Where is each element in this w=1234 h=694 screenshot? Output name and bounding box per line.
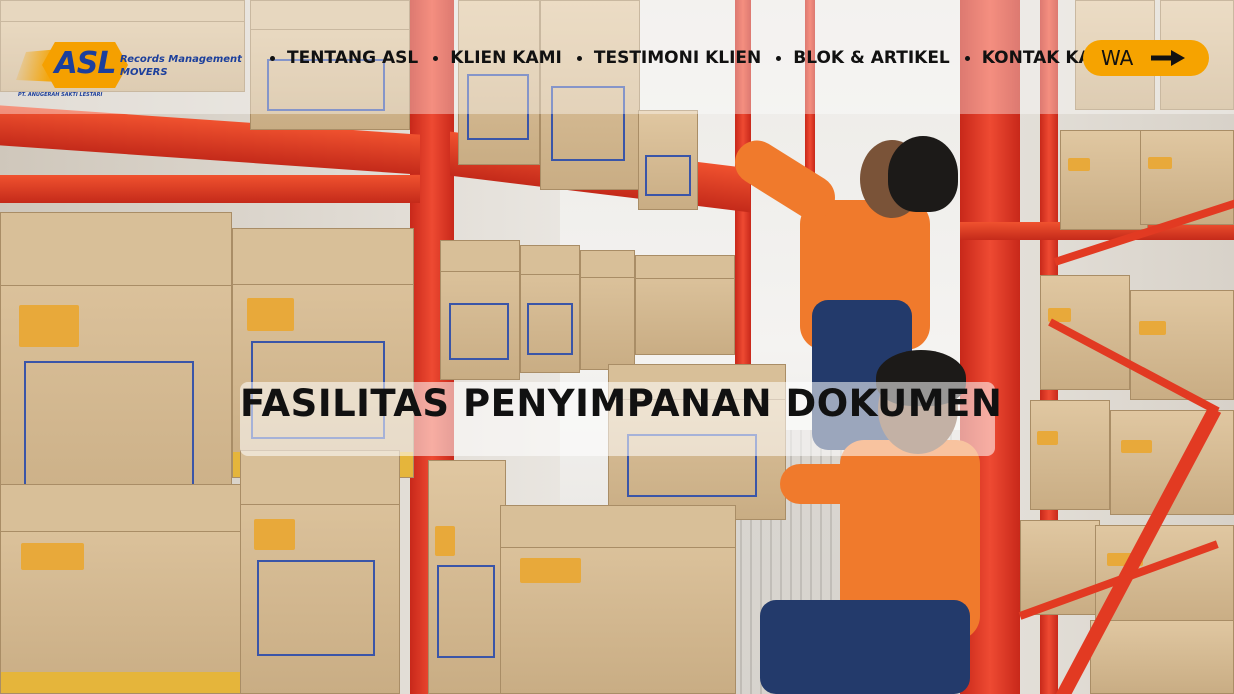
bullet-icon xyxy=(776,55,782,61)
nav-item-label: KLIEN KAMI xyxy=(450,48,562,68)
brand-logo[interactable]: ASL Records Management MOVERS PT. ANUGER… xyxy=(16,40,256,100)
archive-box xyxy=(440,240,520,380)
nav-item-testimoni-klien[interactable]: TESTIMONI KLIEN xyxy=(576,48,762,68)
nav-item-label: BLOK & ARTIKEL xyxy=(793,48,950,68)
nav-item-tentang-asl[interactable]: TENTANG ASL xyxy=(270,48,418,68)
archive-box xyxy=(638,110,698,210)
archive-box xyxy=(1060,130,1148,230)
archive-box xyxy=(1030,400,1110,510)
archive-box xyxy=(428,460,506,694)
worker-standing-hair xyxy=(888,136,958,212)
archive-box xyxy=(520,245,580,373)
nav-item-blok-artikel[interactable]: BLOK & ARTIKEL xyxy=(776,48,950,68)
worker-kneeling-pants xyxy=(760,600,970,694)
logo-company-name: PT. ANUGERAH SAKTI LESTARI xyxy=(18,92,103,98)
nav-item-label: TESTIMONI KLIEN xyxy=(593,48,762,68)
whatsapp-button[interactable]: WA xyxy=(1083,40,1209,76)
logo-text: ASL xyxy=(54,46,117,81)
logo-tagline-movers: MOVERS xyxy=(120,67,168,78)
archive-box xyxy=(635,255,735,355)
archive-box xyxy=(1040,275,1130,390)
whatsapp-button-label: WA xyxy=(1101,46,1134,70)
archive-box xyxy=(240,450,400,694)
archive-box xyxy=(580,250,635,370)
bullet-icon xyxy=(433,55,439,61)
hero-headline: FASILITAS PENYIMPANAN DOKUMEN xyxy=(240,382,1003,425)
nav-item-label: TENTANG ASL xyxy=(287,48,419,68)
hero-headline-panel: FASILITAS PENYIMPANAN DOKUMEN xyxy=(240,382,1003,456)
top-navbar: ASL Records Management MOVERS PT. ANUGER… xyxy=(0,0,1234,114)
logo-tagline: Records Management xyxy=(120,54,242,65)
archive-box xyxy=(1090,620,1234,694)
rack-beam xyxy=(0,175,420,203)
archive-box xyxy=(500,505,736,694)
main-nav: TENTANG ASL KLIEN KAMI TESTIMONI KLIEN B… xyxy=(270,48,1130,68)
arrow-right-icon xyxy=(1151,50,1185,66)
archive-box xyxy=(0,484,246,694)
bullet-icon xyxy=(270,55,275,61)
nav-item-klien-kami[interactable]: KLIEN KAMI xyxy=(433,48,562,68)
worker-kneeling-arm xyxy=(780,464,890,504)
archive-box xyxy=(1130,290,1234,400)
bullet-icon xyxy=(964,55,970,61)
bullet-icon xyxy=(576,55,582,61)
